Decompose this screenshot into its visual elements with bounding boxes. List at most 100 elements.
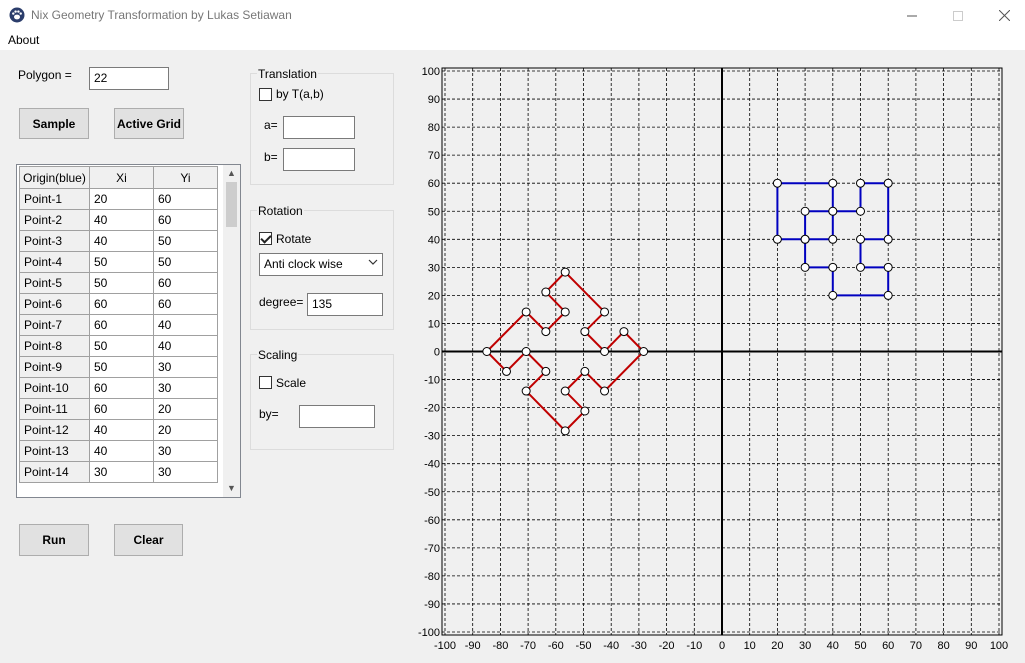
xi-cell[interactable]: 20 xyxy=(89,188,154,210)
xi-cell[interactable]: 50 xyxy=(89,251,154,273)
close-icon[interactable] xyxy=(981,0,1025,31)
scroll-up-icon[interactable]: ▲ xyxy=(223,165,240,182)
original-vertex-point xyxy=(856,262,865,272)
xi-cell[interactable]: 60 xyxy=(89,377,154,399)
chevron-down-icon xyxy=(368,257,378,270)
table-row[interactable]: Point-2 40 60 xyxy=(19,209,218,231)
rotate-checkbox-label[interactable]: Rotate xyxy=(276,232,311,246)
yi-cell[interactable]: 30 xyxy=(153,461,218,483)
direction-select[interactable]: Anti clock wise xyxy=(259,253,383,276)
row-header-cell[interactable]: Point-3 xyxy=(19,230,90,252)
table-row[interactable]: Point-4 50 50 xyxy=(19,251,218,273)
xi-cell[interactable]: 50 xyxy=(89,272,154,294)
row-header-cell[interactable]: Point-10 xyxy=(19,377,90,399)
run-button[interactable]: Run xyxy=(19,524,89,556)
table-row[interactable]: Point-8 50 40 xyxy=(19,335,218,357)
yi-cell[interactable]: 50 xyxy=(153,230,218,252)
table-row[interactable]: Point-9 50 30 xyxy=(19,356,218,378)
scale-checkbox-label[interactable]: Scale xyxy=(276,376,306,390)
table-row[interactable]: Point-14 30 30 xyxy=(19,461,218,483)
yi-cell[interactable]: 20 xyxy=(153,419,218,441)
table-row[interactable]: Point-11 60 20 xyxy=(19,398,218,420)
y-tick-label: 20 xyxy=(428,290,440,302)
row-header-cell[interactable]: Point-14 xyxy=(19,461,90,483)
row-header-cell[interactable]: Point-7 xyxy=(19,314,90,336)
scroll-thumb[interactable] xyxy=(226,182,237,227)
row-header-cell[interactable]: Point-4 xyxy=(19,251,90,273)
yi-cell[interactable]: 30 xyxy=(153,377,218,399)
row-header-cell[interactable]: Point-13 xyxy=(19,440,90,462)
xi-cell[interactable]: 40 xyxy=(89,440,154,462)
scale-checkbox[interactable] xyxy=(259,376,272,389)
minimize-icon[interactable] xyxy=(889,0,935,31)
xi-cell[interactable]: 50 xyxy=(89,356,154,378)
translation-checkbox[interactable] xyxy=(259,88,272,101)
menu-about[interactable]: About xyxy=(8,33,39,47)
table-row[interactable]: Point-13 40 30 xyxy=(19,440,218,462)
row-header-cell[interactable]: Point-5 xyxy=(19,272,90,294)
yi-cell[interactable]: 60 xyxy=(153,188,218,210)
xi-cell[interactable]: 60 xyxy=(89,314,154,336)
table-scrollbar[interactable]: ▲ ▼ xyxy=(223,165,240,497)
xi-cell[interactable]: 40 xyxy=(89,230,154,252)
row-header-cell[interactable]: Point-6 xyxy=(19,293,90,315)
a-input[interactable] xyxy=(283,116,355,139)
clear-button[interactable]: Clear xyxy=(114,524,183,556)
table-row[interactable]: Point-1 20 60 xyxy=(19,188,218,210)
y-tick-label: 40 xyxy=(428,234,440,246)
table-row[interactable]: Point-6 60 60 xyxy=(19,293,218,315)
maximize-icon[interactable] xyxy=(935,0,981,31)
sample-button[interactable]: Sample xyxy=(19,108,89,139)
xi-cell[interactable]: 60 xyxy=(89,398,154,420)
yi-cell[interactable]: 40 xyxy=(153,335,218,357)
row-header-cell[interactable]: Point-1 xyxy=(19,188,90,210)
direction-value: Anti clock wise xyxy=(264,257,343,271)
x-tick-label: -50 xyxy=(576,640,592,652)
points-table[interactable]: Origin(blue) Xi Yi Point-1 20 60 Point-2 40 6… xyxy=(16,164,241,498)
xi-cell[interactable]: 30 xyxy=(89,461,154,483)
transformed-vertex-point xyxy=(521,386,531,396)
row-header-cell[interactable]: Point-9 xyxy=(19,356,90,378)
original-vertex-point xyxy=(883,290,893,300)
scale-by-input[interactable] xyxy=(299,405,375,428)
xi-cell[interactable]: 60 xyxy=(89,293,154,315)
translation-checkbox-label[interactable]: by T(a,b) xyxy=(276,87,324,101)
row-header-cell[interactable]: Point-2 xyxy=(19,209,90,231)
column-header-origin[interactable]: Origin(blue) xyxy=(19,166,90,189)
polygon-input[interactable]: 22 xyxy=(89,67,169,90)
transformed-vertex-point xyxy=(541,366,551,376)
table-row[interactable]: Point-3 40 50 xyxy=(19,230,218,252)
degree-input[interactable]: 135 xyxy=(307,293,383,316)
yi-cell[interactable]: 30 xyxy=(153,440,218,462)
xi-cell[interactable]: 50 xyxy=(89,335,154,357)
yi-cell[interactable]: 60 xyxy=(153,209,218,231)
yi-cell[interactable]: 20 xyxy=(153,398,218,420)
yi-cell[interactable]: 50 xyxy=(153,251,218,273)
x-tick-label: -100 xyxy=(434,640,456,652)
row-header-cell[interactable]: Point-8 xyxy=(19,335,90,357)
coordinate-plot[interactable]: -100 -90 -80 -70 -60 -50 -40 -30 -20 -10 0 10 20 30 40… xyxy=(410,60,1025,663)
yi-cell[interactable]: 60 xyxy=(153,272,218,294)
y-tick-label: -80 xyxy=(424,571,440,583)
title-bar: Nix Geometry Transformation by Lukas Set… xyxy=(0,0,1025,31)
xi-cell[interactable]: 40 xyxy=(89,419,154,441)
rotate-checkbox[interactable] xyxy=(259,232,272,245)
table-row[interactable]: Point-7 60 40 xyxy=(19,314,218,336)
yi-cell[interactable]: 60 xyxy=(153,293,218,315)
column-header-xi[interactable]: Xi xyxy=(89,166,154,189)
b-input[interactable] xyxy=(283,148,355,171)
yi-cell[interactable]: 30 xyxy=(153,356,218,378)
yi-cell[interactable]: 40 xyxy=(153,314,218,336)
scroll-down-icon[interactable]: ▼ xyxy=(223,480,240,497)
x-tick-label: -80 xyxy=(492,640,508,652)
row-header-cell[interactable]: Point-11 xyxy=(19,398,90,420)
column-header-yi[interactable]: Yi xyxy=(153,166,218,189)
y-tick-label: 50 xyxy=(428,206,440,218)
table-row[interactable]: Point-12 40 20 xyxy=(19,419,218,441)
original-vertex-point xyxy=(828,234,838,244)
xi-cell[interactable]: 40 xyxy=(89,209,154,231)
table-row[interactable]: Point-10 60 30 xyxy=(19,377,218,399)
table-row[interactable]: Point-5 50 60 xyxy=(19,272,218,294)
row-header-cell[interactable]: Point-12 xyxy=(19,419,90,441)
active-grid-button[interactable]: Active Grid xyxy=(114,108,184,139)
